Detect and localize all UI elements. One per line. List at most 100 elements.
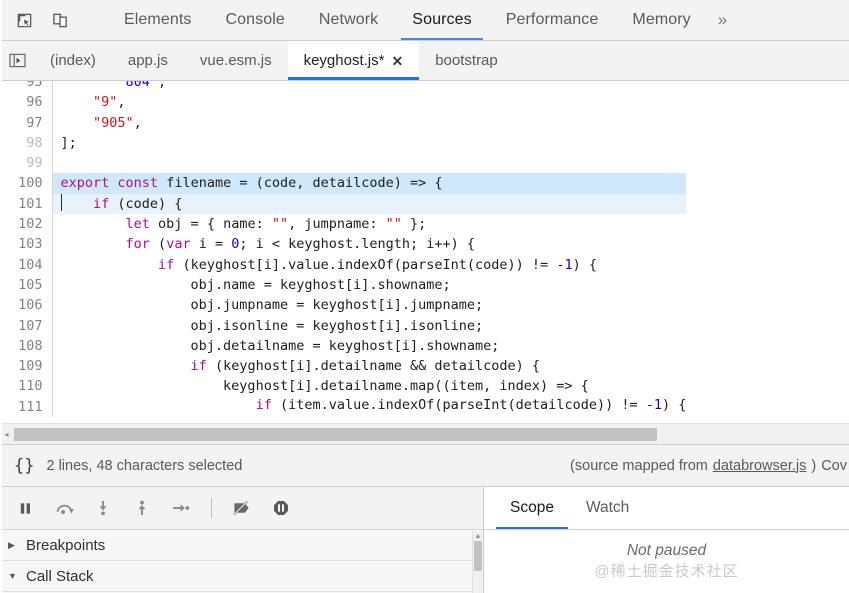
line-number[interactable]: 107 <box>0 315 53 336</box>
tab-sources-label: Sources <box>412 11 472 28</box>
code-text[interactable]: 804 , <box>52 81 686 92</box>
code-text[interactable]: "905", <box>52 113 686 133</box>
line-number[interactable]: 101 <box>0 193 53 215</box>
tab-scope[interactable]: Scope <box>494 487 570 529</box>
code-line[interactable]: 98]; <box>0 132 686 154</box>
code-text[interactable]: keyghost[i].detailname.map((item, index)… <box>52 376 686 396</box>
file-tab-vue-esm-js[interactable]: vue.esm.js <box>184 41 288 80</box>
code-text[interactable]: export const filename = (code, detailcod… <box>52 173 687 194</box>
tab-performance[interactable]: Performance <box>489 0 616 40</box>
code-text[interactable]: if (keyghost[i].value.indexOf(parseInt(c… <box>52 255 686 275</box>
line-number[interactable]: 100 <box>0 173 53 194</box>
code-line[interactable]: 104 if (keyghost[i].value.indexOf(parseI… <box>0 254 686 275</box>
code-text[interactable]: let obj = { name: "", jumpname: "" }; <box>52 214 686 234</box>
code-token: ]; <box>60 134 77 151</box>
tab-network[interactable]: Network <box>302 0 395 40</box>
inspect-element-icon[interactable] <box>12 8 36 32</box>
code-line[interactable]: 105 obj.name = keyghost[i].showname; <box>0 274 686 296</box>
section-breakpoints[interactable]: ▶ Breakpoints <box>0 530 483 561</box>
code-line[interactable]: 107 obj.isonline = keyghost[i].isonline; <box>0 315 686 336</box>
line-number[interactable]: 102 <box>0 214 53 235</box>
file-tab-index[interactable]: (index) <box>34 41 112 80</box>
editor-viewport[interactable]: 95 804 , 96 "9", 97 "905", 98]; 99 100 export … <box>0 81 849 423</box>
section-call-stack[interactable]: ▼ Call Stack <box>0 561 483 592</box>
code-token: const <box>117 175 159 192</box>
code-line[interactable]: 95 804 , <box>0 81 686 93</box>
vertical-scroll-thumb[interactable] <box>474 541 482 571</box>
chevron-right-icon[interactable]: ▶ <box>8 540 18 551</box>
scope-watch-tabs: Scope Watch <box>484 487 849 530</box>
code-token: , <box>149 81 167 90</box>
step-over-button[interactable] <box>53 497 75 519</box>
line-number[interactable]: 98 <box>0 132 53 154</box>
step-button[interactable] <box>170 497 192 519</box>
code-text[interactable]: obj.isonline = keyghost[i].isonline; <box>52 316 686 336</box>
line-number[interactable]: 99 <box>0 153 53 174</box>
show-navigator-icon[interactable] <box>0 41 34 80</box>
file-tab-keyghost-js[interactable]: keyghost.js* ✕ <box>287 41 420 80</box>
line-number[interactable]: 110 <box>0 376 53 397</box>
code-text[interactable]: obj.name = keyghost[i].showname; <box>52 275 686 295</box>
line-number[interactable]: 103 <box>0 234 53 255</box>
editor-horizontal-scrollbar[interactable]: ◂ <box>0 423 849 444</box>
code-line[interactable]: 103 for (var i = 0; i < keyghost.length;… <box>0 234 686 255</box>
close-icon[interactable]: ✕ <box>391 54 403 68</box>
main-tab-list: Elements Console Network Sources Perform… <box>107 0 708 40</box>
source-map-link[interactable]: databrowser.js <box>713 458 807 474</box>
device-toolbar-icon[interactable] <box>48 8 72 32</box>
debugger-vertical-scrollbar[interactable]: ▲ <box>472 531 483 593</box>
code-line[interactable]: 106 obj.jumpname = keyghost[i].jumpname; <box>0 295 686 316</box>
file-tab-bootstrap[interactable]: bootstrap <box>419 41 514 80</box>
line-number[interactable]: 109 <box>0 356 53 377</box>
code-text[interactable]: if (keyghost[i].detailname && detailcode… <box>52 356 686 376</box>
code-text[interactable]: if (item.value.indexOf(parseInt(detailco… <box>52 397 687 417</box>
line-number[interactable]: 106 <box>0 295 53 316</box>
line-number[interactable]: 111 <box>0 396 53 418</box>
code-line[interactable]: 97 "905", <box>0 112 686 133</box>
line-number[interactable]: 108 <box>0 335 53 357</box>
line-number[interactable]: 104 <box>0 254 53 275</box>
code-token: if <box>158 256 175 273</box>
step-out-button[interactable] <box>131 497 153 519</box>
line-number[interactable]: 95 <box>0 81 53 93</box>
chevron-down-icon[interactable]: ▼ <box>8 571 18 581</box>
line-number[interactable]: 96 <box>0 92 53 113</box>
more-tabs-chevron-icon[interactable]: » <box>708 0 741 40</box>
code-line[interactable]: 100 export const filename = (code, detail… <box>0 173 687 194</box>
code-line[interactable]: 102 let obj = { name: "", jumpname: "" }… <box>0 214 686 235</box>
code-text[interactable]: if (code) { <box>52 193 687 215</box>
code-line[interactable]: 99 <box>0 153 686 174</box>
code-text[interactable] <box>52 153 686 173</box>
code-text[interactable]: "9", <box>52 92 686 112</box>
code-text[interactable]: ]; <box>52 133 686 153</box>
code-text[interactable]: for (var i = 0; i < keyghost.length; i++… <box>52 234 686 254</box>
scroll-up-arrow-icon[interactable]: ▲ <box>473 531 483 541</box>
horizontal-scroll-thumb[interactable] <box>14 427 657 441</box>
code-text[interactable]: obj.detailname = keyghost[i].showname; <box>52 336 686 356</box>
code-token: i = <box>190 236 232 253</box>
resume-pause-button[interactable] <box>14 497 36 519</box>
code-line[interactable]: 96 "9", <box>0 92 686 113</box>
line-number[interactable]: 105 <box>0 274 53 296</box>
source-editor[interactable]: 95 804 , 96 "9", 97 "905", 98]; 99 100 export … <box>0 81 849 444</box>
code-line[interactable]: 101 if (code) { <box>0 193 687 215</box>
tab-memory[interactable]: Memory <box>615 0 707 40</box>
code-token: obj.jumpname = keyghost[i].jumpname; <box>60 297 484 314</box>
code-text[interactable]: obj.jumpname = keyghost[i].jumpname; <box>52 295 686 315</box>
file-tab-app-js[interactable]: app.js <box>112 41 184 80</box>
code-line[interactable]: 111 if (item.value.indexOf(parseInt(deta… <box>0 396 687 418</box>
pretty-print-icon[interactable]: {} <box>10 456 46 476</box>
deactivate-breakpoints-button[interactable] <box>231 497 253 519</box>
tab-watch[interactable]: Watch <box>570 487 645 529</box>
code-line[interactable]: 109 if (keyghost[i].detailname && detail… <box>0 356 686 377</box>
tab-elements[interactable]: Elements <box>107 0 209 40</box>
code-line[interactable]: 110 keyghost[i].detailname.map((item, in… <box>0 376 686 397</box>
tab-console[interactable]: Console <box>209 0 302 40</box>
tab-sources[interactable]: Sources <box>395 0 488 40</box>
tab-scope-label: Scope <box>510 499 554 516</box>
pause-on-exceptions-button[interactable] <box>270 497 292 519</box>
line-number[interactable]: 97 <box>0 112 53 133</box>
step-into-button[interactable] <box>92 497 114 519</box>
code-line[interactable]: 108 obj.detailname = keyghost[i].shownam… <box>0 335 686 357</box>
